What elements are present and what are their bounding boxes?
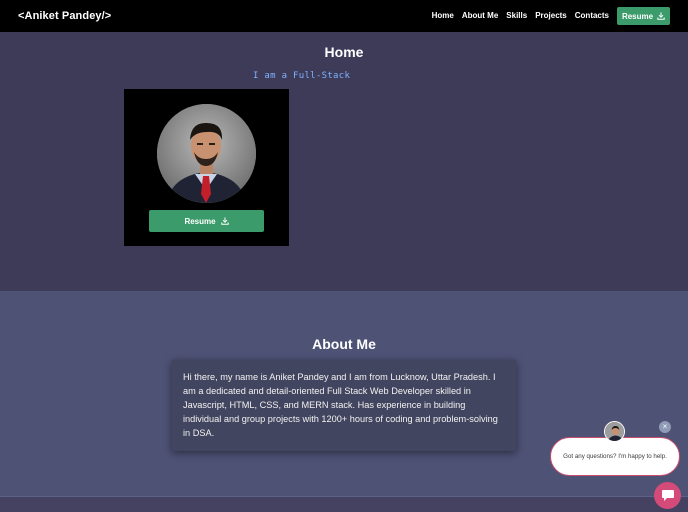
home-section: Home I am a Full-Stack Resume [0,32,688,291]
chat-icon [661,490,674,501]
chat-prompt-text: Got any questions? I'm happy to help. [563,453,667,460]
nav-resume-label: Resume [621,11,654,21]
nav-link-home[interactable]: Home [432,7,454,25]
nav-link-skills[interactable]: Skills [506,7,527,25]
profile-photo [157,104,256,203]
profile-card: Resume [124,89,289,246]
navbar: <Aniket Pandey/> Home About Me Skills Pr… [0,0,688,32]
home-title: Home [324,44,364,60]
chat-launcher-button[interactable] [654,482,681,509]
chat-agent-avatar [604,421,625,442]
brand-logo[interactable]: <Aniket Pandey/> [18,10,111,22]
about-title: About Me [312,336,376,352]
nav-links: Home About Me Skills Projects Contacts R… [424,7,670,25]
card-resume-button[interactable]: Resume [149,210,264,232]
nav-link-about[interactable]: About Me [462,7,498,25]
nav-link-contacts[interactable]: Contacts [575,7,609,25]
nav-link-projects[interactable]: Projects [535,7,567,25]
download-icon [657,12,665,20]
about-text: Hi there, my name is Aniket Pandey and I… [172,360,516,451]
nav-resume-button[interactable]: Resume [617,7,670,25]
download-icon [220,217,229,225]
next-section-edge [0,496,688,512]
typing-text: I am a Full-Stack [253,71,351,81]
chat-close-button[interactable]: × [659,421,671,433]
card-resume-label: Resume [184,216,216,226]
chat-prompt-bubble[interactable]: Got any questions? I'm happy to help. [550,437,680,476]
